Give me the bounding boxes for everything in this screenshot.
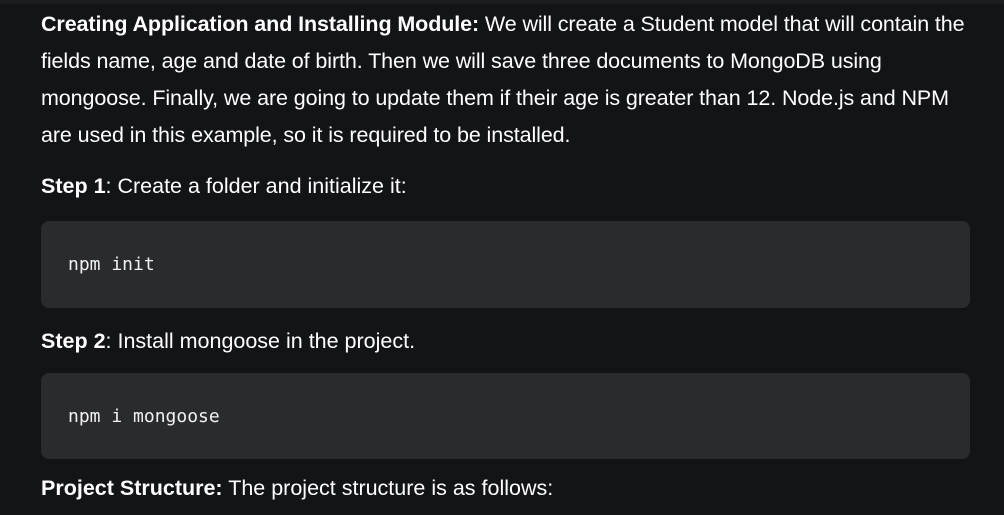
step-1-paragraph: Step 1: Create a folder and initialize i… xyxy=(41,171,970,201)
step-2-paragraph: Step 2: Install mongoose in the project. xyxy=(41,326,970,356)
code-block-npm-install[interactable]: npm i mongoose xyxy=(41,373,970,459)
code-block-npm-init[interactable]: npm init xyxy=(41,221,970,308)
project-structure-label: Project Structure: xyxy=(41,476,223,500)
intro-heading: Creating Application and Installing Modu… xyxy=(41,12,480,36)
project-structure-text: The project structure is as follows: xyxy=(222,476,554,500)
intro-paragraph: Creating Application and Installing Modu… xyxy=(41,4,970,154)
code-npm-init[interactable]: npm init xyxy=(68,254,155,275)
step-1-text: : Create a folder and initialize it: xyxy=(105,174,407,198)
step-1-label: Step 1 xyxy=(41,174,106,198)
step-2-label: Step 2 xyxy=(41,329,106,353)
project-structure-paragraph: Project Structure: The project structure… xyxy=(41,473,970,503)
code-npm-install[interactable]: npm i mongoose xyxy=(68,406,220,427)
article-content: Creating Application and Installing Modu… xyxy=(0,4,1004,503)
step-2-text: : Install mongoose in the project. xyxy=(105,329,416,353)
